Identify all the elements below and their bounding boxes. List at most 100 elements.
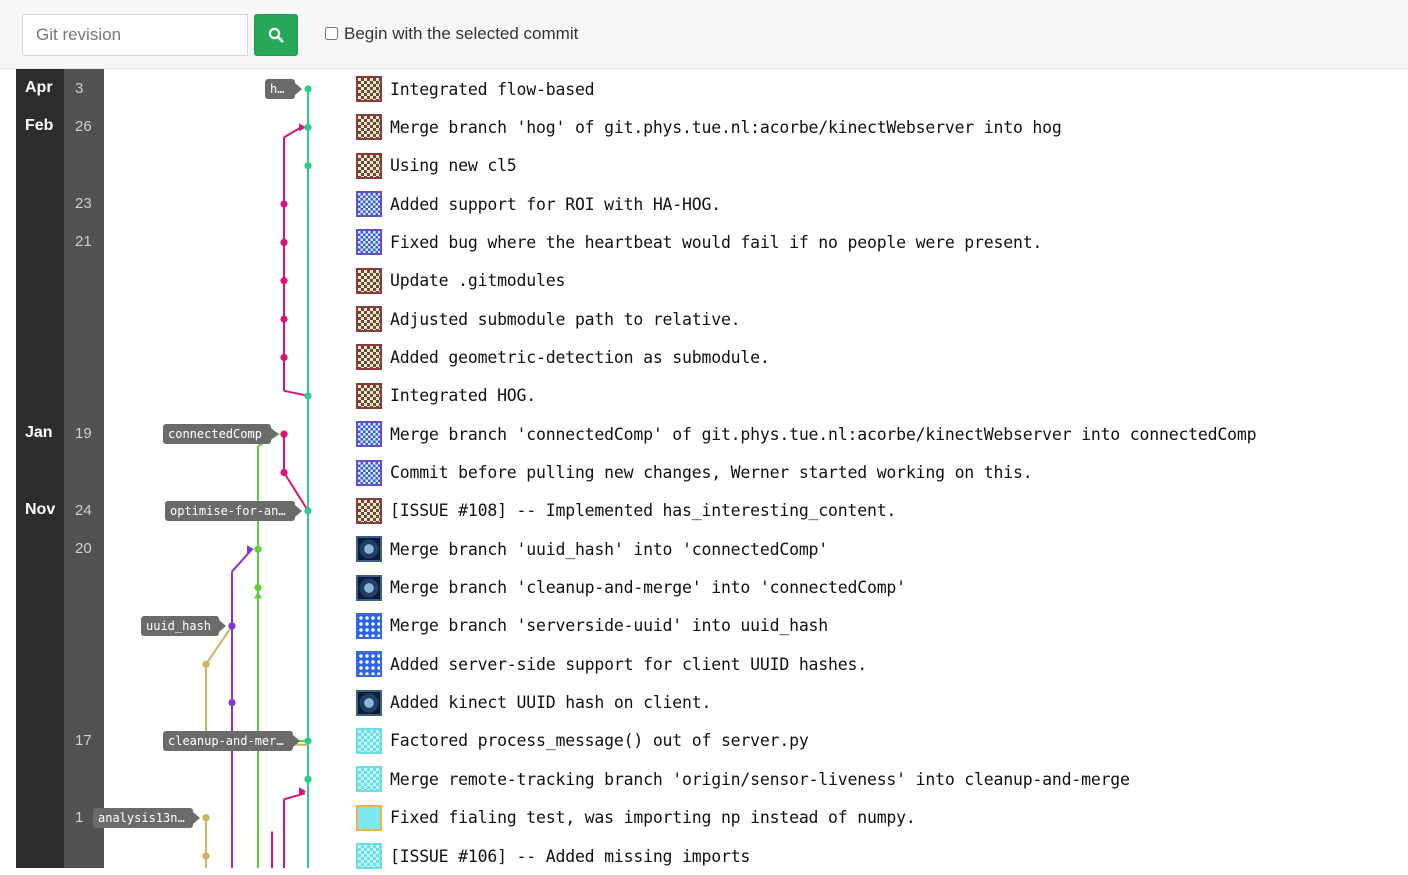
commit-message: Integrated flow-based xyxy=(390,79,595,99)
commit-node[interactable] xyxy=(304,775,312,783)
commit-message: Merge branch 'connectedComp' of git.phys… xyxy=(390,424,1257,444)
commit-message: Merge branch 'hog' of git.phys.tue.nl:ac… xyxy=(390,117,1062,137)
commit-row[interactable]: Merge branch 'serverside-uuid' into uuid… xyxy=(356,607,1406,645)
branch-ref-label[interactable]: connectedComp xyxy=(163,424,271,445)
branch-ref-label[interactable]: hog xyxy=(265,79,295,99)
commit-message: Update .gitmodules xyxy=(390,271,566,291)
commit-node[interactable] xyxy=(304,85,312,93)
commit-message: Using new cl5 xyxy=(390,156,517,176)
commit-node[interactable] xyxy=(228,622,236,630)
commit-node[interactable] xyxy=(304,737,312,745)
commit-message: [ISSUE #108] -- Implemented has_interest… xyxy=(390,501,897,521)
commit-row[interactable]: Using new cl5 xyxy=(356,147,1406,185)
author-avatar xyxy=(356,459,382,486)
commit-row[interactable]: Fixed fialing test, was importing np ins… xyxy=(356,799,1406,837)
commit-node[interactable] xyxy=(304,392,312,400)
author-avatar xyxy=(356,843,382,869)
commit-row[interactable]: [ISSUE #106] -- Added missing imports xyxy=(356,837,1406,875)
author-avatar xyxy=(356,766,382,793)
commit-row[interactable]: Update .gitmodules xyxy=(356,262,1406,300)
ref-pointer-arrow xyxy=(193,811,200,824)
branch-ref-label[interactable]: analysis13nov xyxy=(93,807,193,828)
author-avatar xyxy=(356,306,382,333)
author-avatar xyxy=(356,612,382,639)
commit-node[interactable] xyxy=(254,583,262,592)
commit-node[interactable] xyxy=(280,277,288,285)
commit-message: [ISSUE #106] -- Added missing imports xyxy=(390,846,751,866)
commit-row[interactable]: Integrated flow-based xyxy=(356,70,1406,108)
graph-edge xyxy=(283,126,302,139)
commit-row[interactable]: Integrated HOG. xyxy=(356,377,1406,415)
commit-row[interactable]: Added kinect UUID hash on client. xyxy=(356,684,1406,722)
author-avatar xyxy=(356,689,382,716)
ref-pointer-arrow xyxy=(295,83,302,95)
author-avatar xyxy=(356,574,382,601)
commit-row[interactable]: Fixed bug where the heartbeat would fail… xyxy=(356,223,1406,261)
author-avatar xyxy=(356,114,382,141)
graph-edge xyxy=(283,389,309,397)
commit-node[interactable] xyxy=(304,162,312,170)
commit-node[interactable] xyxy=(280,430,288,438)
graph-edge xyxy=(231,548,253,573)
commit-row[interactable]: Merge branch 'uuid_hash' into 'connected… xyxy=(356,530,1406,568)
commit-row[interactable]: Merge branch 'hog' of git.phys.tue.nl:ac… xyxy=(356,108,1406,146)
commit-message: Fixed bug where the heartbeat would fail… xyxy=(390,232,1043,252)
commit-row[interactable]: Added geometric-detection as submodule. xyxy=(356,338,1406,376)
commit-message: Merge branch 'cleanup-and-merge' into 'c… xyxy=(390,578,906,598)
author-avatar xyxy=(356,191,382,218)
commit-message: Merge branch 'uuid_hash' into 'connected… xyxy=(390,539,829,559)
commit-node[interactable] xyxy=(280,238,288,246)
branch-ref-label[interactable]: uuid_hash xyxy=(141,615,219,636)
ref-pointer-arrow xyxy=(293,734,300,747)
author-avatar xyxy=(356,76,382,102)
commit-message: Merge remote-tracking branch 'origin/sen… xyxy=(390,769,1130,789)
author-avatar xyxy=(356,804,382,831)
commit-node[interactable] xyxy=(202,814,210,822)
commit-node[interactable] xyxy=(304,123,312,131)
commit-row[interactable]: Added server-side support for client UUI… xyxy=(356,645,1406,683)
begin-with-selected-option[interactable]: Begin with the selected commit xyxy=(325,24,578,44)
commit-row[interactable]: Merge branch 'connectedComp' of git.phys… xyxy=(356,415,1406,453)
ref-pointer-arrow xyxy=(271,428,278,441)
commit-message: Added kinect UUID hash on client. xyxy=(390,693,712,713)
commit-message: Integrated HOG. xyxy=(390,386,537,406)
commit-row[interactable]: Commit before pulling new changes, Werne… xyxy=(356,454,1406,492)
commit-message: Added support for ROI with HA-HOG. xyxy=(390,194,721,214)
commit-row[interactable]: Merge remote-tracking branch 'origin/sen… xyxy=(356,760,1406,798)
commit-node[interactable] xyxy=(280,200,288,208)
author-avatar xyxy=(356,344,382,371)
commit-message: Fixed fialing test, was importing np ins… xyxy=(390,808,916,828)
branch-ref-label[interactable]: optimise-for-an… xyxy=(165,500,295,521)
commit-row[interactable]: Added support for ROI with HA-HOG. xyxy=(356,185,1406,223)
commit-row[interactable]: Factored process_message() out of server… xyxy=(356,722,1406,760)
branch-ref-label[interactable]: cleanup-and-mer… xyxy=(163,730,293,751)
commit-message: Factored process_message() out of server… xyxy=(390,731,809,751)
ref-pointer-arrow xyxy=(219,619,226,632)
commit-node[interactable] xyxy=(280,315,288,323)
author-avatar xyxy=(356,229,382,256)
commit-node[interactable] xyxy=(202,660,210,668)
author-avatar xyxy=(356,382,382,409)
commit-node[interactable] xyxy=(254,545,262,553)
author-avatar xyxy=(356,421,382,448)
commit-message: Commit before pulling new changes, Werne… xyxy=(390,463,1033,482)
commit-node[interactable] xyxy=(304,507,312,515)
commit-node[interactable] xyxy=(202,852,210,860)
graph-arrow xyxy=(254,591,262,599)
ref-pointer-arrow xyxy=(295,504,302,517)
author-avatar xyxy=(356,727,382,754)
commit-message: Added geometric-detection as submodule. xyxy=(390,347,770,367)
commit-node[interactable] xyxy=(280,353,288,362)
graph-edge xyxy=(283,792,306,801)
author-avatar xyxy=(356,267,382,294)
author-avatar xyxy=(356,536,382,563)
commit-row[interactable]: Merge branch 'cleanup-and-merge' into 'c… xyxy=(356,569,1406,607)
commit-row[interactable]: [ISSUE #108] -- Implemented has_interest… xyxy=(356,492,1406,530)
commit-message: Merge branch 'serverside-uuid' into uuid… xyxy=(390,616,829,636)
author-avatar xyxy=(356,497,382,524)
commit-node[interactable] xyxy=(228,699,236,707)
begin-with-selected-label: Begin with the selected commit xyxy=(344,24,579,43)
commit-row[interactable]: Adjusted submodule path to relative. xyxy=(356,300,1406,338)
commit-message: Added server-side support for client UUI… xyxy=(390,654,867,674)
commit-node[interactable] xyxy=(280,468,288,477)
